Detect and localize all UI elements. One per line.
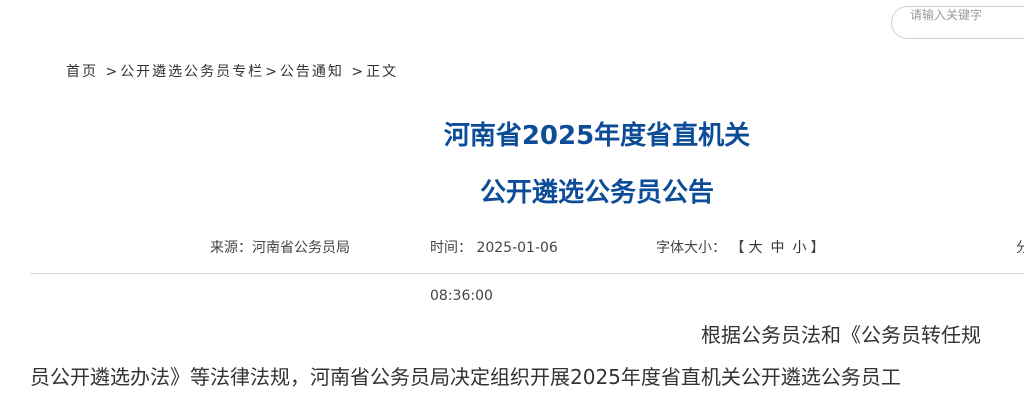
font-size-large-button[interactable]: 大 xyxy=(748,240,762,256)
breadcrumb-separator: > xyxy=(105,64,120,80)
breadcrumb-separator: > xyxy=(265,64,279,80)
source-value: 河南省公务员局 xyxy=(252,240,350,256)
source-label: 来源： xyxy=(210,240,252,256)
article-time: 时间： 2025-01-06 xyxy=(430,237,558,257)
breadcrumb-separator: > xyxy=(351,64,366,80)
font-size-medium-button[interactable]: 中 xyxy=(770,240,784,256)
time-date: 2025-01-06 xyxy=(476,240,558,256)
article-paragraph-line1: 根据公务员法和《公务员转任规 xyxy=(701,323,981,347)
article-source: 来源：河南省公务员局 xyxy=(210,237,350,257)
search-box[interactable] xyxy=(891,6,1024,39)
breadcrumb-column[interactable]: 公开遴选公务员专栏 xyxy=(120,64,264,80)
time-clock: 08:36:00 xyxy=(430,288,493,304)
article-paragraph-line2: 员公开遴选办法》等法律法规，河南省公务员局决定组织开展2025年度省直机关公开遴… xyxy=(30,365,901,389)
article-page: 首页 >公开遴选公务员专栏>公告通知 >正文 河南省2025年度省直机关 公开遴… xyxy=(0,0,1024,400)
font-bracket-close: 】 xyxy=(810,240,825,256)
breadcrumb: 首页 >公开遴选公务员专栏>公告通知 >正文 xyxy=(66,61,398,81)
breadcrumb-current: 正文 xyxy=(366,64,399,80)
font-size-small-button[interactable]: 小 xyxy=(792,240,806,256)
meta-divider xyxy=(30,273,1024,274)
font-size-control: 字体大小： 【大中小】 xyxy=(656,237,824,257)
font-bracket-open: 【 xyxy=(730,240,745,256)
breadcrumb-home[interactable]: 首页 xyxy=(66,64,98,80)
article-title-line2: 公开遴选公务员公告 xyxy=(479,178,714,208)
meta-extra-label: 分 xyxy=(1016,240,1024,256)
breadcrumb-notices[interactable]: 公告通知 xyxy=(280,64,344,80)
article-title-line1: 河南省2025年度省直机关 xyxy=(443,121,751,151)
font-size-label: 字体大小： xyxy=(656,240,726,256)
time-label: 时间： xyxy=(430,240,472,256)
search-input[interactable] xyxy=(910,7,1024,23)
